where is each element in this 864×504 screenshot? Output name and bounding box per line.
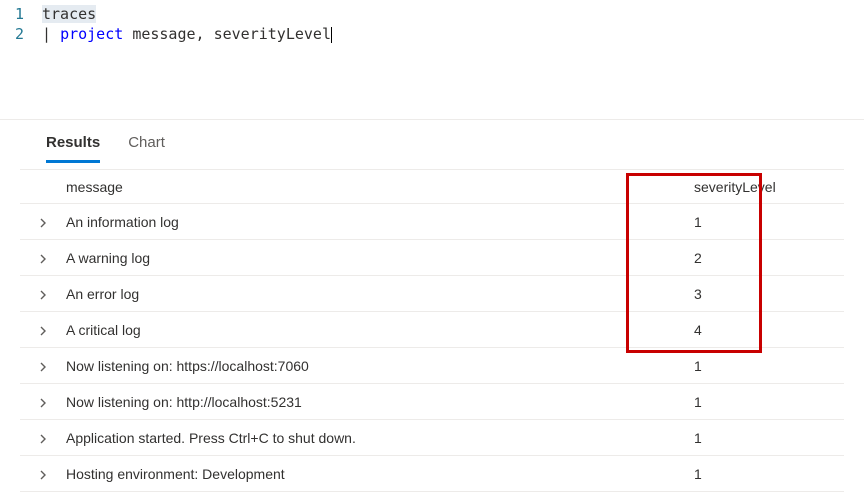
cell-message: Application started. Press Ctrl+C to shu… xyxy=(66,430,664,446)
cell-severity: 2 xyxy=(664,250,844,266)
cell-severity: 4 xyxy=(664,322,844,338)
cell-severity: 3 xyxy=(664,286,844,302)
chevron-right-icon[interactable] xyxy=(20,430,66,446)
chevron-right-icon[interactable] xyxy=(20,358,66,374)
cell-message: A critical log xyxy=(66,322,664,338)
table-header: message severityLevel xyxy=(20,170,844,204)
results-tabs: Results Chart xyxy=(20,120,844,163)
text-cursor xyxy=(331,27,332,44)
table-row[interactable]: A warning log2 xyxy=(20,240,844,276)
chevron-right-icon[interactable] xyxy=(20,286,66,302)
table-row[interactable]: An information log1 xyxy=(20,204,844,240)
code-line-1: 1 traces xyxy=(0,4,864,24)
cell-message: Hosting environment: Development xyxy=(66,466,664,482)
results-table: message severityLevel An information log… xyxy=(20,169,844,492)
code-text: traces xyxy=(42,4,96,24)
cell-message: An information log xyxy=(66,214,664,230)
results-panel: Results Chart message severityLevel An i… xyxy=(0,120,864,492)
editor-results-divider xyxy=(0,60,864,120)
chevron-right-icon[interactable] xyxy=(20,214,66,230)
cell-message: Now listening on: http://localhost:5231 xyxy=(66,394,664,410)
cell-severity: 1 xyxy=(664,214,844,230)
chevron-right-icon[interactable] xyxy=(20,466,66,482)
cell-message: Now listening on: https://localhost:7060 xyxy=(66,358,664,374)
app-root: 1 traces 2 | project message, severityLe… xyxy=(0,0,864,492)
table-row[interactable]: A critical log4 xyxy=(20,312,844,348)
cell-message: An error log xyxy=(66,286,664,302)
cell-message: A warning log xyxy=(66,250,664,266)
tab-results[interactable]: Results xyxy=(46,130,100,163)
cell-severity: 1 xyxy=(664,358,844,374)
query-editor[interactable]: 1 traces 2 | project message, severityLe… xyxy=(0,0,864,60)
table-row[interactable]: Application started. Press Ctrl+C to shu… xyxy=(20,420,844,456)
table-row[interactable]: An error log3 xyxy=(20,276,844,312)
chevron-right-icon[interactable] xyxy=(20,322,66,338)
cell-severity: 1 xyxy=(664,394,844,410)
cell-severity: 1 xyxy=(664,430,844,446)
col-severity-header[interactable]: severityLevel xyxy=(664,179,844,195)
code-text: | project message, severityLevel xyxy=(42,24,332,44)
table-row[interactable]: Now listening on: https://localhost:7060… xyxy=(20,348,844,384)
tab-chart[interactable]: Chart xyxy=(128,130,165,163)
chevron-right-icon[interactable] xyxy=(20,250,66,266)
cell-severity: 1 xyxy=(664,466,844,482)
chevron-right-icon[interactable] xyxy=(20,394,66,410)
col-message-header[interactable]: message xyxy=(66,179,664,195)
gutter-line-number: 1 xyxy=(0,4,42,24)
table-row[interactable]: Hosting environment: Development1 xyxy=(20,456,844,492)
table-row[interactable]: Now listening on: http://localhost:52311 xyxy=(20,384,844,420)
code-line-2: 2 | project message, severityLevel xyxy=(0,24,864,44)
gutter-line-number: 2 xyxy=(0,24,42,44)
